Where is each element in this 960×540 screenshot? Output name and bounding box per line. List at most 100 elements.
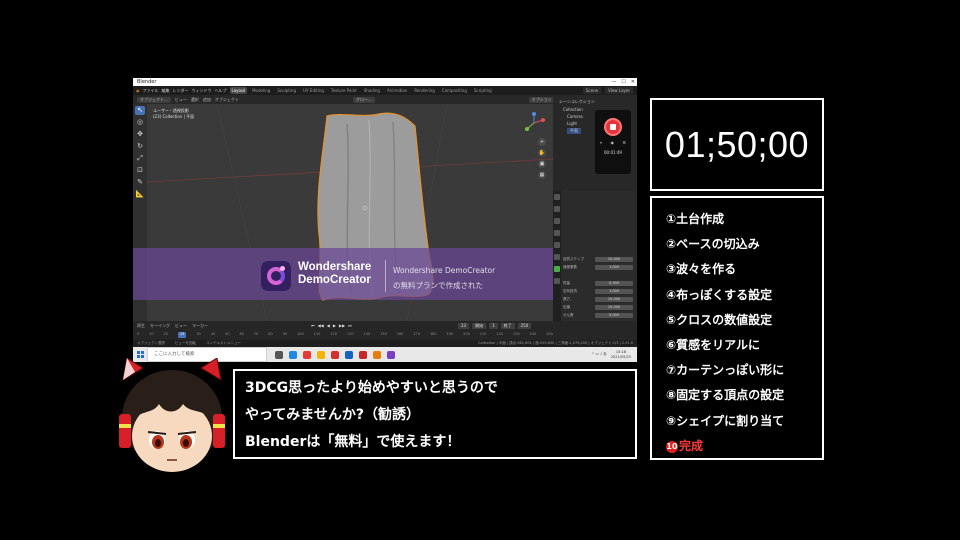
scene-selector[interactable]: Scene bbox=[582, 87, 602, 94]
store-icon[interactable] bbox=[331, 350, 339, 359]
blender-logo-icon[interactable]: ◉ bbox=[136, 88, 140, 93]
menu-add[interactable]: 追加 bbox=[203, 97, 211, 103]
rotate-icon[interactable]: ↻ bbox=[135, 142, 145, 151]
material-tab-icon[interactable] bbox=[554, 278, 560, 284]
tab-scripting[interactable]: Scripting bbox=[472, 87, 494, 94]
powerpoint-icon[interactable] bbox=[359, 350, 367, 359]
chrome-icon[interactable] bbox=[303, 350, 311, 359]
start-frame-field[interactable]: 1 bbox=[489, 323, 498, 329]
prop-field-quality[interactable]: 10.000 bbox=[595, 257, 633, 262]
tab-shading[interactable]: Shading bbox=[362, 87, 382, 94]
timeline-menu-playback[interactable]: 再生 bbox=[137, 323, 145, 329]
menu-file[interactable]: ファイル bbox=[143, 88, 159, 94]
object-tab-icon[interactable] bbox=[554, 230, 560, 236]
particles-tab-icon[interactable] bbox=[554, 254, 560, 260]
menu-edit[interactable]: 編集 bbox=[162, 88, 170, 94]
pan-icon[interactable]: ✋ bbox=[538, 149, 546, 157]
tab-sculpting[interactable]: Sculpting bbox=[275, 87, 298, 94]
pause-icon[interactable]: ⏸ bbox=[600, 140, 602, 146]
blender-taskbar-icon[interactable] bbox=[373, 350, 381, 359]
tab-modeling[interactable]: Modeling bbox=[250, 87, 272, 94]
menu-view[interactable]: ビュー bbox=[175, 97, 187, 103]
menu-object[interactable]: オブジェクト bbox=[215, 97, 239, 103]
next-key-icon[interactable]: ▶▶ bbox=[339, 323, 345, 328]
prop-field-air[interactable]: 1.000 bbox=[595, 289, 633, 294]
timeline-menu-keying[interactable]: キーイング bbox=[150, 323, 170, 329]
step-item: ④布っぽくする設定 bbox=[666, 283, 822, 308]
scale-icon[interactable]: ⤢ bbox=[135, 154, 145, 163]
prop-field-shear[interactable]: 5.000 bbox=[595, 313, 633, 318]
properties-tabs bbox=[553, 191, 561, 321]
end-frame-field[interactable]: 250 bbox=[517, 323, 532, 329]
timeline-ruler[interactable]: 0 10 20 23 30 40 50 60 70 80 90 100 110 120 130 140 150 1… bbox=[137, 332, 553, 338]
options-menu[interactable]: オプション bbox=[528, 96, 555, 103]
taskbar-clock[interactable]: 15:18 2021/05/25 bbox=[611, 350, 631, 359]
prop-field-speed[interactable]: 1.000 bbox=[595, 265, 633, 270]
output-tab-icon[interactable] bbox=[554, 218, 560, 224]
play-reverse-icon[interactable]: ◀ bbox=[327, 323, 330, 328]
prop-field-tension[interactable]: 15.000 bbox=[595, 297, 633, 302]
menu-render[interactable]: レンダー bbox=[173, 88, 189, 94]
tab-layout[interactable]: Layout bbox=[229, 87, 248, 94]
timeline-menu-view[interactable]: ビュー bbox=[175, 323, 187, 329]
outliner-item-plane[interactable]: 平面 bbox=[567, 128, 581, 134]
render-tab-icon[interactable] bbox=[554, 206, 560, 212]
annotate-icon[interactable]: ✎ bbox=[135, 178, 145, 187]
democreator-taskbar-icon[interactable] bbox=[387, 350, 395, 359]
outliner-root[interactable]: シーンコレクション bbox=[559, 99, 595, 105]
outliner-item-light[interactable]: Light bbox=[567, 121, 577, 126]
tray-icons[interactable]: ^ ▭ ♪ あ bbox=[592, 352, 607, 357]
minimize-icon[interactable]: — bbox=[611, 78, 616, 86]
transform-orientation[interactable]: グロー... bbox=[352, 96, 375, 103]
menu-help[interactable]: ヘルプ bbox=[215, 88, 227, 94]
ortho-toggle-icon[interactable]: ▦ bbox=[538, 171, 546, 179]
jump-end-icon[interactable]: ⏭ bbox=[348, 323, 352, 328]
camera-view-icon[interactable]: ▣ bbox=[538, 160, 546, 168]
timeline-menu-marker[interactable]: マーカー bbox=[192, 323, 208, 329]
zoom-icon[interactable]: + bbox=[538, 138, 546, 146]
prop-field-mass[interactable]: 0.300 bbox=[595, 281, 633, 286]
tab-uv-editing[interactable]: UV Editing bbox=[301, 87, 326, 94]
move-icon[interactable]: ✥ bbox=[135, 130, 145, 139]
select-cursor-icon[interactable]: ↖ bbox=[135, 106, 145, 115]
end-frame-label: 終了 bbox=[500, 323, 515, 329]
timeline-tick: 40 bbox=[210, 332, 216, 336]
outliner-item-camera[interactable]: Camera bbox=[567, 114, 583, 119]
timeline-tick: 80 bbox=[268, 332, 273, 336]
menu-window[interactable]: ウィンドウ bbox=[192, 88, 212, 94]
view-layer-selector[interactable]: View Layer bbox=[605, 87, 633, 94]
step-number: 10 bbox=[666, 440, 678, 453]
physics-tab-icon[interactable] bbox=[554, 266, 560, 272]
menu-select[interactable]: 選択 bbox=[191, 97, 199, 103]
task-view-icon[interactable] bbox=[275, 350, 283, 359]
prev-key-icon[interactable]: ◀◀ bbox=[318, 323, 324, 328]
tab-compositing[interactable]: Compositing bbox=[440, 87, 469, 94]
tab-texture-paint[interactable]: Texture Paint bbox=[329, 87, 359, 94]
close-icon[interactable]: ✕ bbox=[631, 78, 635, 86]
step-item: ⑨シェイプに割り当て bbox=[666, 409, 822, 434]
transform-icon[interactable]: ⊡ bbox=[135, 166, 145, 175]
settings-icon[interactable]: ⚙ bbox=[622, 140, 626, 146]
maximize-icon[interactable]: ☐ bbox=[621, 78, 625, 86]
tab-rendering[interactable]: Rendering bbox=[412, 87, 436, 94]
tool-tab-icon[interactable] bbox=[554, 194, 560, 200]
jump-start-icon[interactable]: ⏮ bbox=[311, 323, 315, 328]
current-frame-field[interactable]: 23 bbox=[458, 323, 470, 329]
measure-icon[interactable]: 📐 bbox=[135, 190, 145, 199]
word-icon[interactable] bbox=[345, 350, 353, 359]
play-icon[interactable]: ▶ bbox=[333, 323, 336, 328]
stop-record-button[interactable] bbox=[604, 118, 622, 136]
tab-animation[interactable]: Animation bbox=[385, 87, 409, 94]
modifier-tab-icon[interactable] bbox=[554, 242, 560, 248]
timeline-tick: 10 bbox=[149, 332, 154, 336]
outliner-item-collection[interactable]: Collection bbox=[563, 107, 583, 112]
prop-field-compression[interactable]: 15.000 bbox=[595, 305, 633, 310]
edge-icon[interactable] bbox=[289, 350, 297, 359]
yukkuri-character-icon bbox=[119, 358, 225, 472]
step-number: ③ bbox=[666, 262, 677, 277]
draw-icon[interactable]: ◉ bbox=[610, 140, 614, 146]
mode-selector[interactable]: オブジェクト... bbox=[137, 96, 171, 103]
explorer-icon[interactable] bbox=[317, 350, 325, 359]
cursor-icon[interactable]: ◎ bbox=[135, 118, 145, 127]
navigation-gizmo-icon[interactable] bbox=[523, 112, 545, 134]
